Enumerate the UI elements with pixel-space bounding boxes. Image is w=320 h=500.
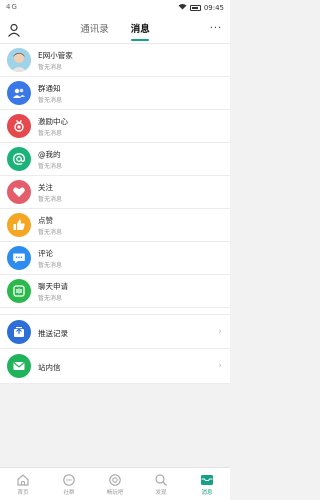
item-title: 激励中心 xyxy=(38,117,68,126)
item-subtitle: 暂无消息 xyxy=(38,295,63,302)
status-bar: 4G 09:45 xyxy=(0,0,230,16)
item-title: 聊天申请 xyxy=(38,282,68,291)
list-item-incentive-center[interactable]: 激励中心 暂无消息 xyxy=(0,110,230,143)
list-item-e-assistant[interactable]: E网小管家 暂无消息 xyxy=(0,44,230,77)
item-title: 点赞 xyxy=(38,216,53,225)
avatar xyxy=(7,48,31,72)
list-item-likes[interactable]: 点赞 暂无消息 xyxy=(0,209,230,242)
chevron-right-icon: › xyxy=(218,361,222,371)
more-icon[interactable]: ··· xyxy=(208,22,224,38)
item-title: 推送记录 xyxy=(38,329,68,338)
discover-icon xyxy=(154,472,168,486)
item-subtitle: 暂无消息 xyxy=(38,229,63,236)
nav-discover[interactable]: 发现 xyxy=(138,468,184,500)
heart-icon xyxy=(7,180,31,204)
list-item-comments[interactable]: 评论 暂无消息 xyxy=(0,242,230,275)
item-title: @我的 xyxy=(38,150,61,159)
signal-indicator: 4G xyxy=(6,3,18,11)
list-item-push-records[interactable]: 推送记录 › xyxy=(0,314,230,349)
item-title: 站内信 xyxy=(38,363,61,372)
message-icon xyxy=(200,472,214,486)
message-list: E网小管家 暂无消息 群通知 暂无消息 激励中心 暂无消息 @我的 暂无消息 关… xyxy=(0,44,230,384)
item-title: 关注 xyxy=(38,183,53,192)
nav-community[interactable]: 社群 xyxy=(46,468,92,500)
item-subtitle: 暂无消息 xyxy=(38,97,63,104)
chevron-right-icon: › xyxy=(218,327,222,337)
tab-contacts[interactable]: 通讯录 xyxy=(80,16,109,44)
home-icon xyxy=(16,472,30,486)
play-icon xyxy=(108,472,122,486)
item-subtitle: 暂无消息 xyxy=(38,196,63,203)
list-item-group-notice[interactable]: 群通知 暂无消息 xyxy=(0,77,230,110)
item-subtitle: 暂无消息 xyxy=(38,262,63,269)
group-icon xyxy=(7,81,31,105)
header-tabs: 通讯录 消息 xyxy=(0,16,230,44)
medal-icon xyxy=(7,114,31,138)
list-item-mentions[interactable]: @我的 暂无消息 xyxy=(0,143,230,176)
clock: 09:45 xyxy=(203,3,224,12)
chat-request-icon xyxy=(7,279,31,303)
nav-play[interactable]: 畅玩吧 xyxy=(92,468,138,500)
mail-icon xyxy=(7,354,31,378)
nav-label: 发现 xyxy=(155,490,167,496)
list-item-site-mail[interactable]: 站内信 › xyxy=(0,349,230,384)
at-icon xyxy=(7,147,31,171)
nav-messages[interactable]: 消息 xyxy=(184,468,230,500)
item-title: E网小管家 xyxy=(38,51,73,60)
community-icon xyxy=(62,472,76,486)
list-item-follow[interactable]: 关注 暂无消息 xyxy=(0,176,230,209)
tab-messages[interactable]: 消息 xyxy=(131,16,150,44)
list-item-chat-requests[interactable]: 聊天申请 暂无消息 xyxy=(0,275,230,308)
thumb-up-icon xyxy=(7,213,31,237)
item-subtitle: 暂无消息 xyxy=(38,163,63,170)
battery-icon xyxy=(189,4,201,11)
nav-label: 消息 xyxy=(201,490,213,496)
nav-label: 畅玩吧 xyxy=(106,490,124,496)
bottom-navigation: 首页 社群 畅玩吧 发现 消息 xyxy=(0,467,230,500)
item-subtitle: 暂无消息 xyxy=(38,130,63,137)
comment-icon xyxy=(7,246,31,270)
wifi-icon xyxy=(178,3,187,12)
item-subtitle: 暂无消息 xyxy=(38,64,63,71)
nav-label: 首页 xyxy=(17,490,29,496)
nav-home[interactable]: 首页 xyxy=(0,468,46,500)
item-title: 群通知 xyxy=(38,84,61,93)
push-record-icon xyxy=(7,320,31,344)
item-title: 评论 xyxy=(38,249,53,258)
nav-label: 社群 xyxy=(63,490,75,496)
header: 通讯录 消息 ··· xyxy=(0,16,230,44)
